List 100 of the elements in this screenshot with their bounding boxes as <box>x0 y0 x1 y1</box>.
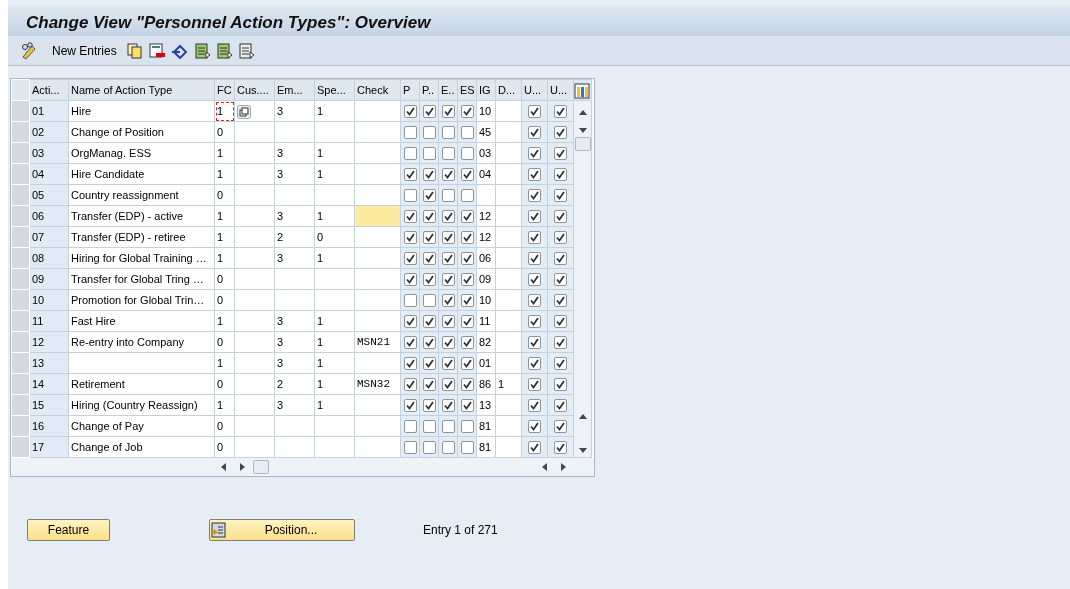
checkbox[interactable] <box>460 294 474 308</box>
document-icon[interactable] <box>216 42 233 59</box>
checkbox[interactable] <box>460 315 474 329</box>
checkbox[interactable] <box>554 231 567 245</box>
checkbox[interactable] <box>403 210 417 224</box>
checkbox[interactable] <box>422 420 436 434</box>
checkbox[interactable] <box>554 168 567 182</box>
checkbox[interactable] <box>403 441 417 455</box>
checkbox[interactable] <box>403 126 417 140</box>
checkbox[interactable] <box>403 315 417 329</box>
checkbox[interactable] <box>460 399 474 413</box>
checkbox[interactable] <box>528 126 541 140</box>
checkbox[interactable] <box>528 189 541 203</box>
checkbox[interactable] <box>422 399 436 413</box>
checkbox[interactable] <box>403 252 417 266</box>
checkbox[interactable] <box>554 294 567 308</box>
checkbox[interactable] <box>528 378 541 392</box>
checkbox[interactable] <box>422 336 436 350</box>
checkbox[interactable] <box>403 336 417 350</box>
checkbox[interactable] <box>441 336 455 350</box>
checkbox[interactable] <box>460 441 474 455</box>
checkbox[interactable] <box>441 399 455 413</box>
checkbox[interactable] <box>554 273 567 287</box>
checkbox[interactable] <box>554 210 567 224</box>
checkbox[interactable] <box>460 189 474 203</box>
checkbox[interactable] <box>422 189 436 203</box>
checkbox[interactable] <box>441 315 455 329</box>
checkbox[interactable] <box>460 252 474 266</box>
checkbox[interactable] <box>528 147 541 161</box>
checkbox[interactable] <box>460 105 474 119</box>
new-entries-button[interactable]: New Entries <box>52 41 117 60</box>
checkbox[interactable] <box>528 357 541 371</box>
checkbox[interactable] <box>422 273 436 287</box>
document-icon[interactable] <box>238 42 255 59</box>
checkbox[interactable] <box>403 294 417 308</box>
checkbox[interactable] <box>422 147 436 161</box>
checkbox[interactable] <box>403 168 417 182</box>
checkbox[interactable] <box>528 294 541 308</box>
checkbox[interactable] <box>441 273 455 287</box>
scroll-thumb[interactable] <box>253 460 269 474</box>
checkbox[interactable] <box>460 126 474 140</box>
checkbox[interactable] <box>441 126 455 140</box>
checkbox[interactable] <box>441 420 455 434</box>
checkbox[interactable] <box>528 441 541 455</box>
focused-cell[interactable]: 1 <box>214 100 235 122</box>
checkbox[interactable] <box>441 189 455 203</box>
checkbox[interactable] <box>460 357 474 371</box>
checkbox[interactable] <box>403 399 417 413</box>
checkbox[interactable] <box>441 231 455 245</box>
checkbox[interactable] <box>554 105 567 119</box>
checkbox[interactable] <box>403 105 417 119</box>
value-help-icon[interactable] <box>237 104 251 119</box>
checkbox[interactable] <box>441 294 455 308</box>
checkbox[interactable] <box>441 147 455 161</box>
checkbox[interactable] <box>441 168 455 182</box>
copy-icon[interactable] <box>126 42 143 59</box>
feature-button[interactable]: Feature <box>27 519 110 541</box>
checkbox[interactable] <box>403 273 417 287</box>
checkbox[interactable] <box>528 168 541 182</box>
checkbox[interactable] <box>422 441 436 455</box>
checkbox[interactable] <box>403 147 417 161</box>
checkbox[interactable] <box>422 315 436 329</box>
checkbox[interactable] <box>528 231 541 245</box>
checkbox[interactable] <box>422 252 436 266</box>
checkbox[interactable] <box>403 231 417 245</box>
checkbox[interactable] <box>554 420 567 434</box>
checkbox[interactable] <box>460 147 474 161</box>
checkbox[interactable] <box>422 378 436 392</box>
checkbox[interactable] <box>403 378 417 392</box>
checkbox[interactable] <box>460 210 474 224</box>
checkbox[interactable] <box>528 252 541 266</box>
checkbox[interactable] <box>554 315 567 329</box>
checkbox[interactable] <box>554 399 567 413</box>
edit-icon[interactable] <box>20 41 38 60</box>
checkbox[interactable] <box>422 357 436 371</box>
checkbox[interactable] <box>441 252 455 266</box>
checkbox[interactable] <box>441 378 455 392</box>
checkbox[interactable] <box>403 357 417 371</box>
delete-row-icon[interactable] <box>148 42 165 59</box>
document-icon[interactable] <box>194 42 211 59</box>
checkbox[interactable] <box>528 420 541 434</box>
checkbox[interactable] <box>528 399 541 413</box>
checkbox[interactable] <box>422 105 436 119</box>
checkbox[interactable] <box>460 273 474 287</box>
table-settings-icon[interactable] <box>574 82 590 99</box>
checkbox[interactable] <box>460 420 474 434</box>
checkbox[interactable] <box>528 336 541 350</box>
checkbox[interactable] <box>460 231 474 245</box>
checkbox[interactable] <box>422 294 436 308</box>
checkbox[interactable] <box>554 357 567 371</box>
checkbox[interactable] <box>554 147 567 161</box>
checkbox[interactable] <box>441 105 455 119</box>
checkbox[interactable] <box>422 231 436 245</box>
checkbox[interactable] <box>528 210 541 224</box>
checkbox[interactable] <box>422 210 436 224</box>
checkbox[interactable] <box>554 252 567 266</box>
checkbox[interactable] <box>441 441 455 455</box>
checkbox[interactable] <box>460 336 474 350</box>
checkbox[interactable] <box>441 357 455 371</box>
checkbox[interactable] <box>460 168 474 182</box>
